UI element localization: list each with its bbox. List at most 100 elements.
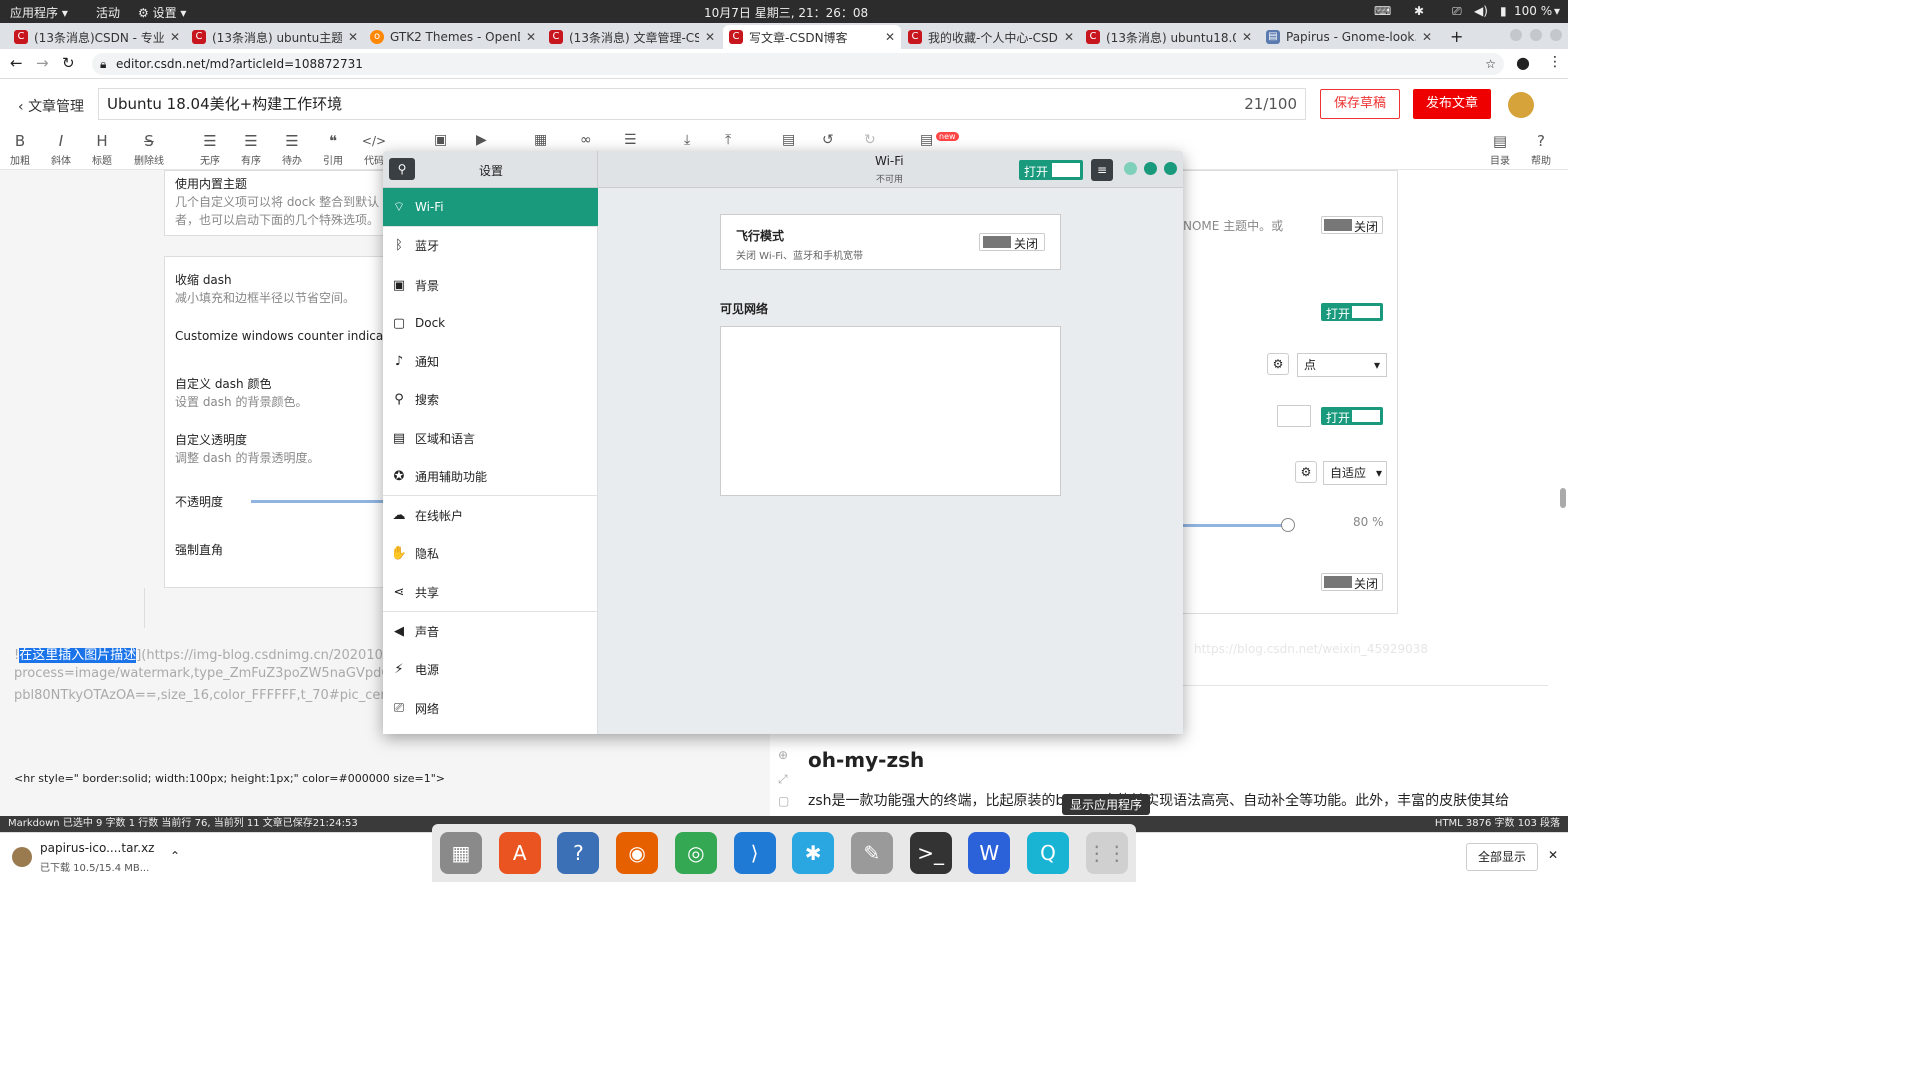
settings-dock-icon[interactable]: ✎ bbox=[850, 832, 893, 874]
browser-tab[interactable]: C 我的收藏-个人中心-CSD ✕ bbox=[902, 25, 1080, 49]
minimize-icon[interactable] bbox=[1510, 29, 1522, 41]
browser-tab[interactable]: C (13条消息)CSDN - 专业 ✕ bbox=[8, 25, 186, 49]
battery-icon[interactable]: ▮ bbox=[1500, 4, 1507, 18]
article-title-input[interactable]: Ubuntu 18.04美化+构建工作环境 21/100 bbox=[98, 88, 1306, 120]
clock[interactable]: 10月7日 星期三, 21：26：08 bbox=[704, 4, 868, 21]
software-dock-icon[interactable]: A bbox=[498, 832, 541, 874]
anchor-icon[interactable]: ⊕ bbox=[778, 748, 788, 762]
close-tab-icon[interactable]: ✕ bbox=[885, 30, 895, 44]
publish-button[interactable]: 发布文章 bbox=[1413, 89, 1491, 119]
qq-dock-icon[interactable]: Q bbox=[1027, 832, 1069, 874]
sidebar-item[interactable]: ◀ 声音 bbox=[383, 612, 598, 650]
browser-tab[interactable]: C (13条消息) 文章管理-CS ✕ bbox=[543, 25, 721, 49]
chevron-up-icon[interactable]: ⌃ bbox=[170, 849, 180, 863]
show-all-downloads-button[interactable]: 全部显示 bbox=[1466, 843, 1538, 871]
table-icon[interactable]: ▦ bbox=[534, 132, 547, 148]
unordered-list-button[interactable]: ☰ 无序 bbox=[194, 132, 226, 167]
sidebar-item-dock[interactable]: ▢ Dock bbox=[383, 304, 598, 342]
wifi-toggle[interactable]: 打开 bbox=[1019, 160, 1083, 180]
activities-button[interactable]: 活动 bbox=[96, 4, 120, 21]
help-dock-icon[interactable]: ? bbox=[557, 832, 600, 874]
app-grid-dock-icon[interactable]: ⋮⋮ bbox=[1085, 832, 1128, 874]
sidebar-item[interactable]: ⎚ 网络 bbox=[383, 689, 598, 727]
url-field[interactable]: 🔒︎ editor.csdn.net/md?articleId=10887273… bbox=[92, 53, 1504, 75]
sidebar-item-wi-fi[interactable]: ⌔ Wi-Fi bbox=[383, 188, 598, 226]
quote-button[interactable]: ❝ 引用 bbox=[317, 132, 349, 167]
xmind-dock-icon[interactable]: ✱ bbox=[792, 832, 835, 874]
sidebar-item[interactable]: ⋖ 共享 bbox=[383, 573, 598, 611]
expand-icon[interactable]: ⤢ bbox=[778, 772, 788, 787]
hamburger-menu-icon[interactable]: ≡ bbox=[1091, 159, 1113, 181]
keyboard-icon[interactable]: ⌨ bbox=[1374, 4, 1391, 18]
image-icon[interactable]: ▣ bbox=[434, 132, 447, 148]
heading-button[interactable]: H 标题 bbox=[86, 132, 118, 167]
save-icon[interactable]: ▤ bbox=[782, 132, 795, 148]
sidebar-item[interactable]: ♪ 通知 bbox=[383, 342, 598, 380]
forward-arrow-icon[interactable]: → bbox=[36, 54, 49, 72]
back-arrow-icon[interactable]: ← bbox=[10, 54, 23, 72]
template-icon[interactable]: ▤ bbox=[920, 132, 933, 148]
strikethrough-button[interactable]: S 删除线 bbox=[131, 132, 167, 167]
ordered-list-button[interactable]: ☰ 有序 bbox=[235, 132, 267, 167]
system-menu-icon[interactable]: ▾ bbox=[1554, 4, 1560, 18]
terminal-dock-icon[interactable]: >_ bbox=[909, 832, 952, 874]
browser-tab[interactable]: C (13条消息) ubuntu主题 ✕ bbox=[186, 25, 364, 49]
save-draft-button[interactable]: 保存草稿 bbox=[1320, 89, 1400, 119]
network-tray-icon[interactable]: ⎚ bbox=[1452, 4, 1462, 19]
todo-list-button[interactable]: ☰ 待办 bbox=[276, 132, 308, 167]
sidebar-item[interactable]: ▤ 区域和语言 bbox=[383, 419, 598, 457]
applications-menu[interactable]: 应用程序 ▾ bbox=[10, 4, 68, 21]
avatar[interactable] bbox=[1508, 92, 1534, 118]
sidebar-item[interactable]: ⚲ 搜索 bbox=[383, 380, 598, 418]
xmind-tray-icon[interactable]: ✱ bbox=[1414, 4, 1424, 18]
firefox-dock-icon[interactable]: ◉ bbox=[616, 832, 659, 874]
bold-button[interactable]: B 加粗 bbox=[4, 132, 36, 167]
italic-button[interactable]: I 斜体 bbox=[45, 132, 77, 167]
bookmark-star-icon[interactable]: ☆ bbox=[1485, 53, 1496, 75]
close-tab-icon[interactable]: ✕ bbox=[348, 30, 358, 44]
scrollbar-thumb[interactable] bbox=[1560, 488, 1566, 508]
close-tab-icon[interactable]: ✕ bbox=[1422, 30, 1432, 44]
close-window-icon[interactable] bbox=[1550, 29, 1562, 41]
minimize-icon[interactable] bbox=[1124, 162, 1137, 175]
back-to-articles[interactable]: ‹ 文章管理 bbox=[18, 96, 84, 116]
browser-tab[interactable]: C (13条消息) ubuntu18.0 ✕ bbox=[1080, 25, 1258, 49]
maximize-icon[interactable] bbox=[1530, 29, 1542, 41]
sidebar-item[interactable]: ▣ 背景 bbox=[383, 266, 598, 304]
settings-menu[interactable]: ⚙ 设置 ▾ bbox=[138, 4, 186, 21]
vscode-dock-icon[interactable]: ⟩ bbox=[733, 832, 776, 874]
close-shelf-icon[interactable]: ✕ bbox=[1548, 848, 1558, 862]
chrome-dock-icon[interactable]: ◎ bbox=[674, 832, 717, 874]
sidebar-item[interactable]: ☁ 在线帐户 bbox=[383, 496, 598, 534]
close-tab-icon[interactable]: ✕ bbox=[526, 30, 536, 44]
close-icon[interactable] bbox=[1164, 162, 1177, 175]
video-icon[interactable]: ▶ bbox=[476, 132, 487, 148]
redo-icon[interactable]: ↻ bbox=[864, 132, 876, 148]
profile-icon[interactable]: ● bbox=[1516, 53, 1530, 72]
comment-icon[interactable]: ▢ bbox=[778, 794, 789, 808]
browser-tab[interactable]: ▤ Papirus - Gnome-look. ✕ bbox=[1260, 25, 1438, 49]
reload-icon[interactable]: ↻ bbox=[62, 54, 75, 72]
airplane-mode-toggle[interactable]: 关闭 bbox=[979, 233, 1045, 251]
sidebar-item[interactable]: ⚡ 电源 bbox=[383, 650, 598, 688]
toc-button[interactable]: ▤ 目录 bbox=[1484, 132, 1516, 167]
download-item[interactable]: papirus-ico....tar.xz 已下载 10.5/15.4 MB..… bbox=[8, 837, 192, 877]
browser-menu-icon[interactable]: ⋮ bbox=[1548, 54, 1562, 70]
undo-icon[interactable]: ↺ bbox=[822, 132, 834, 148]
volume-icon[interactable]: ◀) bbox=[1474, 4, 1488, 18]
export-icon[interactable]: ⤒ bbox=[725, 132, 731, 148]
browser-tab[interactable]: o GTK2 Themes - OpenD ✕ bbox=[364, 25, 542, 49]
catalog-icon[interactable]: ☰ bbox=[624, 132, 637, 148]
close-tab-icon[interactable]: ✕ bbox=[1064, 30, 1074, 44]
close-tab-icon[interactable]: ✕ bbox=[1242, 30, 1252, 44]
close-tab-icon[interactable]: ✕ bbox=[705, 30, 715, 44]
close-tab-icon[interactable]: ✕ bbox=[170, 30, 180, 44]
import-icon[interactable]: ⤓ bbox=[684, 132, 690, 148]
maximize-icon[interactable] bbox=[1144, 162, 1157, 175]
new-tab-icon[interactable]: + bbox=[1450, 27, 1463, 46]
sidebar-item[interactable]: ✋ 隐私 bbox=[383, 534, 598, 572]
wps-dock-icon[interactable]: W bbox=[968, 832, 1011, 874]
files-dock-icon[interactable]: ▦ bbox=[440, 832, 482, 874]
search-icon[interactable]: ⚲ bbox=[389, 158, 415, 180]
help-button[interactable]: ? 帮助 bbox=[1525, 132, 1557, 167]
